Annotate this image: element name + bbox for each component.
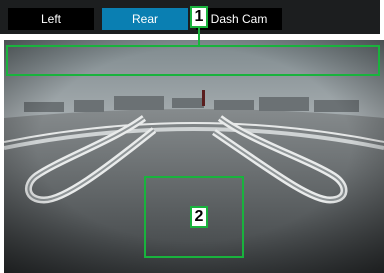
callout-leader-line — [198, 28, 200, 45]
callout-number-2: 2 — [190, 206, 208, 228]
callout-number-1: 1 — [190, 6, 208, 28]
tab-dash-cam[interactable]: Dash Cam — [196, 8, 282, 30]
tab-bar-callout-frame — [6, 45, 380, 76]
tab-rear[interactable]: Rear — [102, 8, 188, 30]
tab-left[interactable]: Left — [8, 8, 94, 30]
